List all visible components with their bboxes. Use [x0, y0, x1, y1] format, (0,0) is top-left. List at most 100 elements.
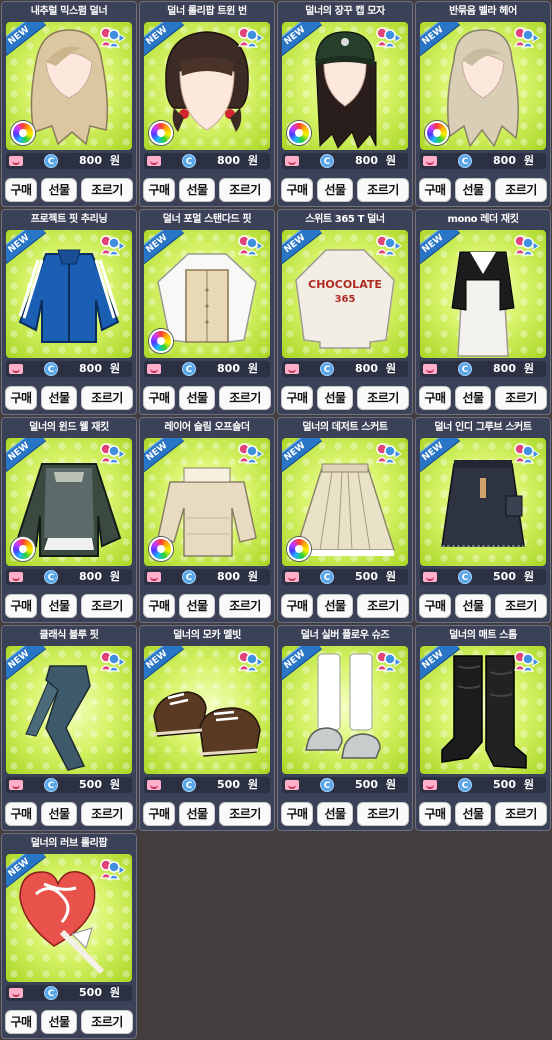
item-name: 덜너 인디 그루브 스커트 — [434, 422, 532, 433]
item-thumbnail[interactable]: NEW — [282, 22, 408, 150]
item-thumbnail[interactable]: NEW — [420, 438, 546, 566]
gift-button[interactable]: 선물 — [317, 802, 353, 826]
request-button[interactable]: 조르기 — [357, 594, 409, 618]
dye-color-icon[interactable] — [287, 121, 311, 145]
item-thumbnail[interactable]: NEW — [144, 646, 270, 774]
item-thumbnail[interactable]: CHOCOLATE 365 NEW — [282, 230, 408, 358]
buy-button[interactable]: 구매 — [281, 594, 313, 618]
item-thumbnail[interactable]: NEW — [6, 854, 132, 982]
request-button[interactable]: 조르기 — [219, 178, 271, 202]
request-button[interactable]: 조르기 — [81, 386, 133, 410]
buy-button[interactable]: 구매 — [5, 178, 37, 202]
shop-item-card[interactable]: 덜너 포멀 스탠다드 핏 NEW C 800 원 구매 선물 조르기 — [139, 209, 275, 415]
gift-button[interactable]: 선물 — [455, 594, 491, 618]
item-thumbnail[interactable]: NEW — [420, 646, 546, 774]
gift-button[interactable]: 선물 — [179, 178, 215, 202]
buy-button[interactable]: 구매 — [419, 594, 451, 618]
request-button[interactable]: 조르기 — [219, 386, 271, 410]
request-button[interactable]: 조르기 — [81, 802, 133, 826]
gift-button[interactable]: 선물 — [455, 178, 491, 202]
shop-item-card[interactable]: 덜너의 매트 스톰 NEW C 500 원 구매 선물 조르기 — [415, 625, 551, 831]
request-button[interactable]: 조르기 — [357, 386, 409, 410]
gift-button[interactable]: 선물 — [41, 802, 77, 826]
shop-item-card[interactable]: 덜너의 모카 멜빗 NEW C 500 원 구매 선물 조르기 — [139, 625, 275, 831]
gift-button[interactable]: 선물 — [317, 178, 353, 202]
item-thumbnail[interactable]: NEW — [6, 646, 132, 774]
shop-item-card[interactable]: 덜너의 윈드 웰 재킷 NEW C 800 원 구매 선물 조르기 — [1, 417, 137, 623]
buy-button[interactable]: 구매 — [419, 802, 451, 826]
item-thumbnail[interactable]: NEW — [144, 230, 270, 358]
item-thumbnail[interactable]: NEW — [420, 22, 546, 150]
gift-button[interactable]: 선물 — [41, 386, 77, 410]
dye-color-icon[interactable] — [149, 537, 173, 561]
request-button[interactable]: 조르기 — [81, 594, 133, 618]
item-thumbnail[interactable]: NEW — [282, 438, 408, 566]
shop-item-card[interactable]: 레이어 슬림 오프숄더 NEW C 800 원 구매 선물 조르기 — [139, 417, 275, 623]
buy-button[interactable]: 구매 — [281, 802, 313, 826]
buy-button[interactable]: 구매 — [5, 386, 37, 410]
item-thumbnail[interactable]: NEW — [144, 438, 270, 566]
request-button[interactable]: 조르기 — [495, 386, 547, 410]
dye-color-icon[interactable] — [149, 329, 173, 353]
shop-item-card[interactable]: 덜너의 러브 롤리팝 NEW C 500 원 구매 선물 조르기 — [1, 833, 137, 1039]
shop-item-card[interactable]: 덜너 롤리팝 트윈 번 NEW C 800 원 구매 선물 조르기 — [139, 1, 275, 207]
buy-button[interactable]: 구매 — [143, 178, 175, 202]
item-thumbnail[interactable]: NEW — [144, 22, 270, 150]
item-thumbnail[interactable]: NEW — [6, 22, 132, 150]
dye-color-icon[interactable] — [11, 121, 35, 145]
gift-button[interactable]: 선물 — [455, 386, 491, 410]
item-thumbnail[interactable]: NEW — [6, 438, 132, 566]
shop-item-card[interactable]: 덜너의 장꾸 캡 모자 NEW C 800 원 구매 선물 조르기 — [277, 1, 413, 207]
request-button[interactable]: 조르기 — [357, 178, 409, 202]
shop-item-card[interactable]: 덜너 실버 플로우 슈즈 NEW C 500 원 구매 선물 조르기 — [277, 625, 413, 831]
shop-item-card[interactable]: 덜너 인디 그루브 스커트 NEW C 500 원 구매 선물 조르기 — [415, 417, 551, 623]
gift-button[interactable]: 선물 — [179, 386, 215, 410]
shop-item-card[interactable]: 프로젝트 핏 추리닝 NEW C 800 원 구매 선물 조르기 — [1, 209, 137, 415]
buy-button[interactable]: 구매 — [143, 386, 175, 410]
buy-button[interactable]: 구매 — [143, 594, 175, 618]
dye-color-icon[interactable] — [425, 121, 449, 145]
price-row: C 800 원 — [420, 153, 546, 169]
buy-button[interactable]: 구매 — [143, 802, 175, 826]
item-thumbnail[interactable]: NEW — [282, 646, 408, 774]
request-button[interactable]: 조르기 — [219, 802, 271, 826]
shop-item-card[interactable]: 내추럴 믹스펌 덜너 NEW C 800 원 구매 선물 조르기 — [1, 1, 137, 207]
buy-button[interactable]: 구매 — [5, 1010, 37, 1034]
dye-color-icon[interactable] — [11, 537, 35, 561]
cash-coin-icon: C — [182, 778, 196, 792]
request-button[interactable]: 조르기 — [219, 594, 271, 618]
buy-button[interactable]: 구매 — [5, 594, 37, 618]
item-thumbnail[interactable]: NEW — [6, 230, 132, 358]
buy-button[interactable]: 구매 — [5, 802, 37, 826]
shop-item-card[interactable]: 덜너의 데저트 스커트 NEW C 500 원 구매 선물 조르기 — [277, 417, 413, 623]
request-button[interactable]: 조르기 — [495, 802, 547, 826]
gift-button[interactable]: 선물 — [179, 802, 215, 826]
buy-button[interactable]: 구매 — [419, 386, 451, 410]
request-button[interactable]: 조르기 — [495, 594, 547, 618]
item-price: 500 — [79, 778, 102, 791]
buy-button[interactable]: 구매 — [419, 178, 451, 202]
shop-item-card[interactable]: 스위트 365 T 덜너 CHOCOLATE 365 NEW C 800 원 구매… — [277, 209, 413, 415]
gift-button[interactable]: 선물 — [179, 594, 215, 618]
request-button[interactable]: 조르기 — [495, 178, 547, 202]
request-button[interactable]: 조르기 — [357, 802, 409, 826]
shop-item-card[interactable]: mono 레더 재킷 NEW C 800 원 구매 선물 조르기 — [415, 209, 551, 415]
gift-button[interactable]: 선물 — [455, 802, 491, 826]
buy-button[interactable]: 구매 — [281, 178, 313, 202]
point-icon — [423, 364, 437, 374]
gift-button[interactable]: 선물 — [317, 386, 353, 410]
dye-color-icon[interactable] — [149, 121, 173, 145]
request-button[interactable]: 조르기 — [81, 178, 133, 202]
buy-button[interactable]: 구매 — [281, 386, 313, 410]
gift-button[interactable]: 선물 — [41, 178, 77, 202]
item-thumbnail[interactable]: NEW — [420, 230, 546, 358]
item-name: 덜너 실버 플로우 슈즈 — [300, 630, 390, 641]
request-button[interactable]: 조르기 — [81, 1010, 133, 1034]
price-row: C 800 원 — [144, 569, 270, 585]
shop-item-card[interactable]: 클래식 블루 핏 NEW C 500 원 구매 선물 조르기 — [1, 625, 137, 831]
dye-color-icon[interactable] — [287, 537, 311, 561]
gift-button[interactable]: 선물 — [41, 594, 77, 618]
gift-button[interactable]: 선물 — [317, 594, 353, 618]
shop-item-card[interactable]: 반묶음 벨라 헤어 NEW C 800 원 구매 선물 조르기 — [415, 1, 551, 207]
gift-button[interactable]: 선물 — [41, 1010, 77, 1034]
